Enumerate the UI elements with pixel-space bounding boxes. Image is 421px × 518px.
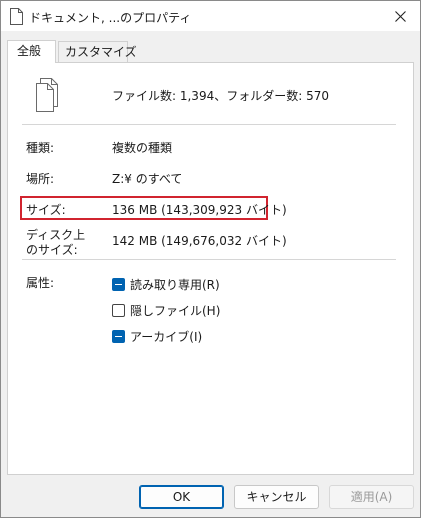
- window-title: ドキュメント, ...のプロパティ: [29, 11, 192, 25]
- tab-customize[interactable]: カスタマイズ: [58, 41, 137, 62]
- readonly-checkbox[interactable]: 読み取り専用(R): [112, 276, 220, 292]
- attributes-label: 属性:: [26, 276, 55, 290]
- multiple-files-icon: [36, 78, 58, 112]
- hidden-checkbox[interactable]: 隠しファイル(H): [112, 302, 220, 318]
- archive-checkbox[interactable]: アーカイブ(I): [112, 328, 202, 344]
- indeterminate-checkbox-icon: [112, 277, 125, 291]
- disk-size-value: 142 MB (149,676,032 バイト): [112, 234, 287, 248]
- properties-dialog: ドキュメント, ...のプロパティ 全般 カスタマイズ ファイル数: 1,394…: [0, 0, 421, 518]
- tab-general[interactable]: 全般: [7, 40, 56, 63]
- location-value: Z:¥ のすべて: [112, 172, 183, 186]
- size-value: 136 MB (143,309,923 バイト): [112, 203, 287, 217]
- close-button[interactable]: [380, 1, 420, 31]
- title-bar: ドキュメント, ...のプロパティ: [1, 1, 420, 31]
- ok-button[interactable]: OK: [139, 485, 224, 509]
- apply-button[interactable]: 適用(A): [329, 485, 414, 509]
- divider: [22, 124, 396, 125]
- cancel-button[interactable]: キャンセル: [234, 485, 319, 509]
- disk-size-label-line2: のサイズ:: [26, 243, 78, 257]
- hidden-checkbox-label: 隠しファイル(H): [130, 303, 221, 318]
- readonly-checkbox-label: 読み取り専用(R): [130, 277, 220, 292]
- unchecked-checkbox-icon: [112, 303, 125, 317]
- document-icon: [10, 8, 23, 25]
- type-value: 複数の種類: [112, 141, 173, 155]
- divider: [22, 259, 396, 260]
- file-folder-count: ファイル数: 1,394、フォルダー数: 570: [112, 89, 329, 103]
- indeterminate-checkbox-icon: [112, 329, 125, 343]
- size-label: サイズ:: [26, 203, 66, 217]
- location-label: 場所:: [26, 172, 55, 186]
- type-label: 種類:: [26, 141, 55, 155]
- close-icon: [394, 10, 406, 22]
- general-panel: ファイル数: 1,394、フォルダー数: 570 種類: 複数の種類 場所: Z…: [7, 62, 414, 475]
- archive-checkbox-label: アーカイブ(I): [130, 329, 203, 344]
